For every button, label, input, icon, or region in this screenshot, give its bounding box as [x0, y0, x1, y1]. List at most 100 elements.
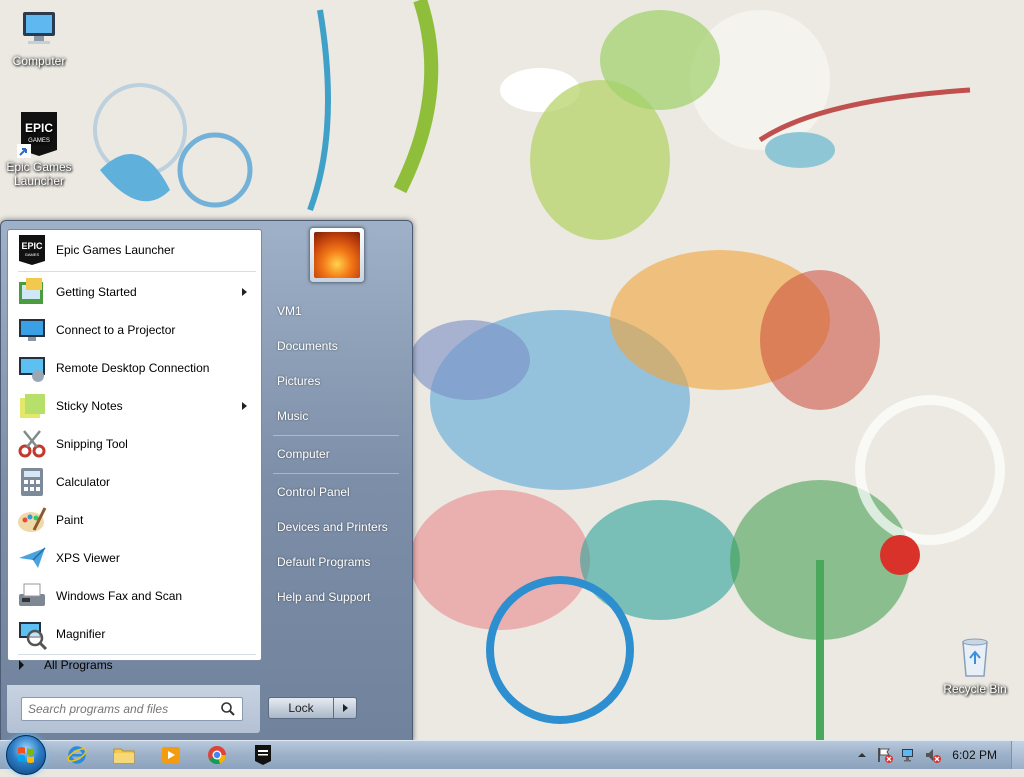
- fax-scan-icon: [16, 580, 48, 612]
- paint-icon: [16, 504, 48, 536]
- shutdown-options-button[interactable]: [333, 697, 357, 719]
- recycle-bin-icon: [962, 638, 988, 677]
- xps-viewer-icon: [16, 542, 48, 574]
- search-icon[interactable]: [220, 701, 236, 717]
- start-menu: EPIC GAMES Epic Games Launcher Getting St…: [0, 220, 413, 742]
- svg-text:EPIC: EPIC: [21, 241, 43, 251]
- svg-text:GAMES: GAMES: [25, 252, 40, 257]
- desktop-icon-epic-games[interactable]: EPIC GAMES Epic Games Launcher: [1, 110, 77, 188]
- start-item-label: Sticky Notes: [56, 399, 123, 413]
- start-item-label: Calculator: [56, 475, 111, 489]
- epic-games-icon: EPIC GAMES: [17, 112, 57, 158]
- start-right-item-label: Default Programs: [277, 555, 371, 569]
- start-item-label: Snipping Tool: [56, 437, 128, 451]
- sticky-notes-icon: [16, 390, 48, 422]
- windows-logo-icon: [18, 747, 34, 763]
- getting-started-icon: [16, 276, 48, 308]
- start-right-item-devices-printers[interactable]: Devices and Printers: [269, 513, 403, 541]
- desktop-icon-label: Recycle Bin: [943, 682, 1007, 696]
- search-input[interactable]: [22, 701, 220, 717]
- svg-text:GAMES: GAMES: [28, 138, 50, 144]
- taskbar-internet-explorer[interactable]: [58, 743, 96, 767]
- start-right-item-label: Music: [277, 409, 309, 423]
- start-item-label: Connect to a Projector: [56, 323, 176, 337]
- start-menu-separator: [18, 271, 256, 272]
- projector-icon: [16, 314, 48, 346]
- start-item-label: Epic Games Launcher: [56, 243, 175, 257]
- show-desktop-button[interactable]: [1011, 741, 1024, 769]
- start-item-remote-desktop[interactable]: Remote Desktop Connection: [12, 350, 257, 386]
- start-search-area: [7, 685, 260, 733]
- start-item-snipping-tool[interactable]: Snipping Tool: [12, 426, 257, 462]
- start-right-item-label: Documents: [277, 339, 338, 353]
- all-programs-arrow-icon: [19, 660, 24, 670]
- start-right-item-documents[interactable]: Documents: [269, 332, 403, 360]
- remote-desktop-icon: [16, 352, 48, 384]
- file-explorer-icon: [113, 748, 135, 764]
- start-item-projector[interactable]: Connect to a Projector: [12, 312, 257, 348]
- start-item-calculator[interactable]: Calculator: [12, 464, 257, 500]
- user-picture-flower: [314, 232, 360, 278]
- start-menu-programs-pane: EPIC GAMES Epic Games Launcher Getting St…: [7, 229, 262, 661]
- start-item-getting-started[interactable]: Getting Started: [12, 274, 257, 310]
- start-item-sticky-notes[interactable]: Sticky Notes: [12, 388, 257, 424]
- desktop-icon-label: Epic Games Launcher: [6, 160, 72, 188]
- start-item-epic-games[interactable]: EPIC GAMES Epic Games Launcher: [12, 232, 257, 268]
- taskbar: 6:02 PM: [0, 735, 1024, 775]
- start-right-item-control-panel[interactable]: Control Panel: [269, 478, 403, 506]
- start-item-magnifier[interactable]: Magnifier: [12, 616, 257, 652]
- start-item-xps-viewer[interactable]: XPS Viewer: [12, 540, 257, 576]
- start-right-item-default-programs[interactable]: Default Programs: [269, 548, 403, 576]
- start-item-paint[interactable]: Paint: [12, 502, 257, 538]
- start-item-label: XPS Viewer: [56, 551, 120, 565]
- start-item-label: Remote Desktop Connection: [56, 361, 210, 375]
- taskbar-clock[interactable]: 6:02 PM: [942, 748, 1011, 762]
- start-right-item-label: Control Panel: [277, 485, 350, 499]
- start-right-item-computer[interactable]: Computer: [269, 440, 403, 468]
- internet-explorer-icon: [67, 746, 87, 764]
- lock-button[interactable]: Lock: [268, 697, 334, 719]
- chrome-icon: [208, 746, 227, 765]
- start-right-item-label: VM1: [277, 304, 302, 318]
- user-picture[interactable]: [309, 227, 365, 283]
- network-icon[interactable]: [900, 746, 918, 764]
- taskbar-media-player[interactable]: [152, 743, 190, 767]
- computer-icon: [23, 12, 55, 44]
- start-right-item-label: Help and Support: [277, 590, 371, 604]
- system-tray: 6:02 PM: [854, 741, 1024, 769]
- desktop-icon-computer[interactable]: Computer: [1, 8, 77, 68]
- start-right-item-help-support[interactable]: Help and Support: [269, 583, 403, 611]
- start-right-item-label: Pictures: [277, 374, 321, 388]
- start-right-item-label: Computer: [277, 447, 330, 461]
- chevron-right-icon: [342, 704, 348, 712]
- start-search-box[interactable]: [21, 697, 243, 721]
- show-hidden-icons-icon[interactable]: [854, 747, 870, 763]
- start-button[interactable]: [6, 735, 46, 775]
- all-programs-button[interactable]: All Programs: [11, 653, 251, 677]
- start-item-fax-scan[interactable]: Windows Fax and Scan: [12, 578, 257, 614]
- media-player-icon: [162, 747, 180, 763]
- taskbar-epic-games[interactable]: [244, 743, 282, 767]
- start-right-separator: [273, 435, 399, 436]
- svg-text:EPIC: EPIC: [25, 121, 53, 135]
- all-programs-label: All Programs: [44, 658, 113, 672]
- submenu-arrow-icon[interactable]: [242, 402, 247, 410]
- calculator-icon: [16, 466, 48, 498]
- snipping-tool-icon: [16, 428, 48, 460]
- start-right-separator: [273, 473, 399, 474]
- submenu-arrow-icon[interactable]: [242, 288, 247, 296]
- desktop-icon-label: Computer: [12, 54, 66, 68]
- action-center-flag-icon[interactable]: [876, 746, 894, 764]
- taskbar-chrome[interactable]: [198, 743, 236, 767]
- epic-games-icon: EPIC GAMES: [16, 234, 48, 266]
- lock-button-label: Lock: [288, 701, 314, 715]
- start-right-item-music[interactable]: Music: [269, 402, 403, 430]
- start-item-label: Magnifier: [56, 627, 106, 641]
- start-item-label: Paint: [56, 513, 84, 527]
- start-right-item-pictures[interactable]: Pictures: [269, 367, 403, 395]
- desktop-icon-recycle-bin[interactable]: Recycle Bin: [937, 636, 1013, 696]
- start-right-item-user-folder[interactable]: VM1: [269, 297, 403, 325]
- volume-muted-icon[interactable]: [924, 746, 942, 764]
- magnifier-icon: [16, 618, 48, 651]
- taskbar-file-explorer[interactable]: [105, 743, 143, 767]
